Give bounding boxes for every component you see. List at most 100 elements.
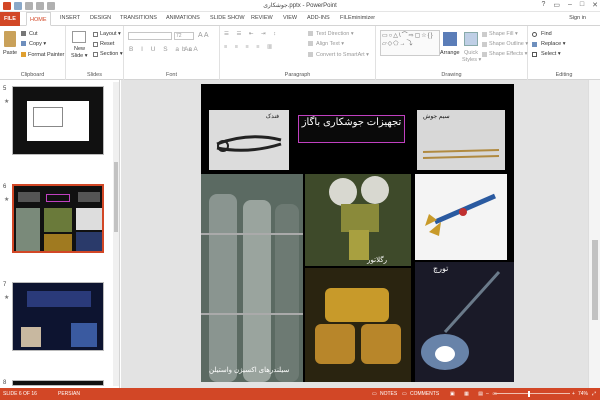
drawing-group: ▭○△\⌒⇨▢☆{}▱◇⬠→⤵ Arrange Quick Styles ▾ S… bbox=[376, 26, 528, 80]
list-buttons[interactable]: ☰ ☰ ⇤ ⇥ ↕ bbox=[224, 31, 279, 37]
align-buttons[interactable]: ≡ ≡ ≡ ≡ ▥ bbox=[224, 44, 275, 50]
clipboard-label: Clipboard bbox=[20, 72, 45, 78]
torch-flame-photo[interactable]: تورچ bbox=[415, 262, 514, 382]
tab-file[interactable]: FILE bbox=[0, 12, 20, 26]
grow-font-icon[interactable]: A A bbox=[198, 32, 209, 39]
view-buttons[interactable]: ▣ ▦ ▤ ▭ bbox=[450, 391, 501, 397]
slide-number: 8 bbox=[3, 380, 7, 386]
slides-label: Slides bbox=[87, 72, 102, 78]
torch-photo[interactable] bbox=[415, 174, 507, 260]
tongs-label: فندک bbox=[265, 114, 279, 120]
convert-smartart-button[interactable]: Convert to SmartArt ▾ bbox=[316, 52, 369, 58]
section-button[interactable]: Section ▾ bbox=[100, 51, 123, 57]
tab-addins[interactable]: ADD-INS bbox=[307, 15, 330, 21]
help-icon[interactable]: ? bbox=[541, 1, 545, 9]
status-bar: SLIDE 6 OF 16 PERSIAN ▭ NOTES ▭ COMMENTS… bbox=[0, 388, 600, 400]
shape-outline-icon bbox=[482, 42, 487, 47]
font-size-combo[interactable]: 72 bbox=[174, 32, 194, 40]
font-name-combo[interactable] bbox=[128, 32, 172, 40]
zoom-slider-thumb[interactable] bbox=[528, 391, 530, 397]
cylinders-photo[interactable]: سیلندرهای اکسیژن واستیلن bbox=[201, 174, 303, 382]
zoom-in-button[interactable]: + bbox=[572, 391, 575, 397]
format-painter-button[interactable]: Format Painter bbox=[28, 52, 64, 58]
slide-thumbnail-selected[interactable] bbox=[12, 184, 104, 253]
cut-button[interactable]: Cut bbox=[29, 31, 38, 37]
layout-button[interactable]: Layout ▾ bbox=[100, 31, 121, 37]
slide-number: 6 bbox=[3, 184, 7, 190]
paragraph-label: Paragraph bbox=[284, 72, 311, 78]
arrange-icon[interactable] bbox=[443, 32, 457, 46]
animation-star-icon: ★ bbox=[4, 295, 10, 301]
text-direction-button[interactable]: Text Direction ▾ bbox=[316, 31, 354, 37]
notes-icon[interactable]: ▭ bbox=[372, 391, 377, 397]
slide-scrollbar[interactable] bbox=[588, 80, 600, 388]
replace-button[interactable]: Replace ▾ bbox=[541, 41, 565, 47]
tab-design[interactable]: DESIGN bbox=[90, 15, 111, 21]
notes-button[interactable]: NOTES bbox=[380, 391, 397, 397]
new-slide-button[interactable]: New bbox=[74, 46, 85, 52]
replace-icon bbox=[532, 42, 537, 47]
maximize-icon[interactable]: □ bbox=[580, 1, 584, 9]
new-slide-icon[interactable] bbox=[72, 31, 86, 43]
regulator-image bbox=[329, 176, 389, 260]
tab-transitions[interactable]: TRANSITIONS bbox=[120, 15, 157, 21]
tongs-photo[interactable]: فندک bbox=[209, 110, 289, 170]
tab-fileminimizer[interactable]: FILEminimizer bbox=[340, 15, 375, 21]
window-title: جوشکاری.pptx - PowerPoint bbox=[263, 3, 337, 9]
paste-icon[interactable] bbox=[4, 31, 16, 47]
shapes-gallery[interactable]: ▭○△\⌒⇨▢☆{}▱◇⬠→⤵ bbox=[380, 30, 440, 56]
regulator-detail-photo[interactable] bbox=[305, 268, 411, 382]
quick-styles-icon[interactable] bbox=[464, 32, 478, 46]
zoom-slider[interactable] bbox=[494, 393, 570, 394]
align-text-button[interactable]: Align Text ▾ bbox=[316, 41, 344, 47]
comments-button[interactable]: COMMENTS bbox=[410, 391, 439, 397]
slide-thumbnail[interactable] bbox=[12, 282, 104, 351]
slide-thumbnail[interactable] bbox=[12, 86, 104, 155]
scrollbar-thumb[interactable] bbox=[592, 240, 598, 320]
smartart-icon bbox=[308, 52, 313, 57]
language-indicator[interactable]: PERSIAN bbox=[58, 391, 80, 397]
new-slide-dropdown[interactable]: Slide ▾ bbox=[71, 53, 88, 59]
find-button[interactable]: Find bbox=[541, 31, 552, 37]
text-direction-icon bbox=[308, 31, 313, 36]
ribbon-options-icon[interactable]: ▭ bbox=[553, 1, 560, 9]
torch-image bbox=[425, 193, 496, 236]
tab-view[interactable]: VIEW bbox=[283, 15, 297, 21]
tab-animations[interactable]: ANIMATIONS bbox=[166, 15, 200, 21]
shape-outline-button[interactable]: Shape Outline ▾ bbox=[489, 41, 528, 47]
animation-star-icon: ★ bbox=[4, 197, 10, 203]
zoom-out-button[interactable]: – bbox=[486, 391, 489, 397]
format-painter-icon bbox=[21, 52, 26, 57]
comments-icon[interactable]: ▭ bbox=[402, 391, 407, 397]
tab-insert[interactable]: INSERT bbox=[60, 15, 80, 21]
font-color-icon[interactable]: Aa A bbox=[184, 46, 198, 53]
slide-thumbnail[interactable] bbox=[12, 380, 104, 386]
slide-title[interactable]: تجهیزات جوشکاری باگاز bbox=[298, 115, 405, 143]
tab-home[interactable]: HOME bbox=[26, 12, 51, 26]
layout-icon bbox=[93, 32, 98, 37]
wire-label: سیم جوش bbox=[423, 114, 450, 120]
copy-button[interactable]: Copy ▾ bbox=[29, 41, 46, 47]
tab-slideshow[interactable]: SLIDE SHOW bbox=[210, 15, 245, 21]
scrollbar-thumb[interactable] bbox=[114, 162, 118, 232]
arrange-button[interactable]: Arrange bbox=[440, 50, 460, 56]
slide-canvas[interactable]: فندک تجهیزات جوشکاری باگاز سیم جوش سیلند… bbox=[201, 84, 514, 382]
shape-effects-button[interactable]: Shape Effects ▾ bbox=[489, 51, 527, 57]
sign-in-link[interactable]: Sign in bbox=[569, 15, 586, 21]
paste-button[interactable]: Paste bbox=[3, 50, 17, 56]
slide-number: 5 bbox=[3, 86, 7, 92]
close-icon[interactable]: ✕ bbox=[592, 1, 598, 9]
thumbnails-scrollbar[interactable] bbox=[113, 82, 119, 386]
fit-slide-icon[interactable]: ⤢ bbox=[592, 391, 596, 397]
select-button[interactable]: Select ▾ bbox=[541, 51, 561, 57]
reset-button[interactable]: Reset bbox=[100, 41, 114, 47]
zoom-level[interactable]: 74% bbox=[578, 391, 588, 397]
quick-styles-button[interactable]: Quick bbox=[464, 50, 478, 56]
shape-fill-button[interactable]: Shape Fill ▾ bbox=[489, 31, 518, 37]
regulator-photo[interactable]: رگلاتور bbox=[305, 174, 411, 266]
slide-thumbnails-pane: 5 ★ 6 ★ 7 ★ 8 bbox=[0, 80, 120, 388]
quick-styles-dropdown[interactable]: Styles ▾ bbox=[462, 57, 481, 63]
welding-wire-photo[interactable]: سیم جوش bbox=[417, 110, 505, 170]
tab-review[interactable]: REVIEW bbox=[251, 15, 273, 21]
minimize-icon[interactable]: – bbox=[568, 1, 572, 9]
